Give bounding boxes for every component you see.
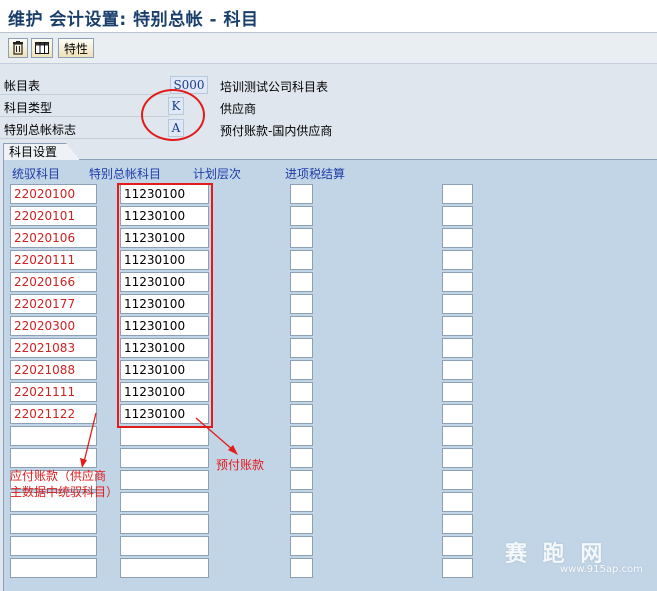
payable-annotation: 应付账款（供应商 主数据中统驭科目） [10,468,118,500]
payable-annotation-line2: 主数据中统驭科目） [10,485,119,499]
annotation-arrows [80,412,238,468]
payable-annotation-line1: 应付账款（供应商 [10,469,107,483]
watermark-site: www.915ap.com [560,564,643,575]
prepaid-annotation: 预付账款 [216,458,265,472]
